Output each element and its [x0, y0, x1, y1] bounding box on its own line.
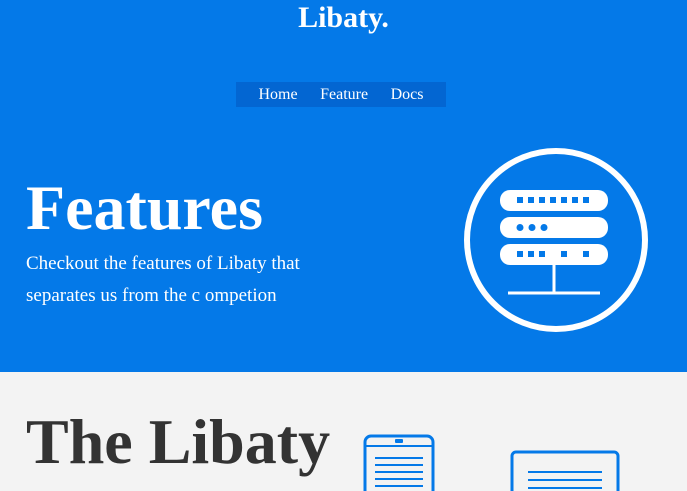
nav-link-home[interactable]: Home: [259, 82, 298, 107]
document-card-icon: [510, 450, 620, 491]
main-nav: Home Feature Docs: [236, 82, 446, 107]
hero-subtitle: Checkout the features of Libaty that sep…: [26, 253, 300, 306]
tablet-document-icon: [363, 434, 435, 491]
nav-link-feature[interactable]: Feature: [320, 82, 368, 107]
hero-title: Features: [26, 172, 263, 243]
brand-logo[interactable]: Libaty.: [0, 0, 687, 36]
server-rack-icon: [464, 148, 648, 332]
about-section: The Libaty: [0, 372, 687, 491]
section-title: The Libaty: [26, 406, 331, 477]
hero-banner: Libaty. Home Feature Docs Features Check…: [0, 0, 687, 372]
nav-link-docs[interactable]: Docs: [391, 82, 424, 107]
